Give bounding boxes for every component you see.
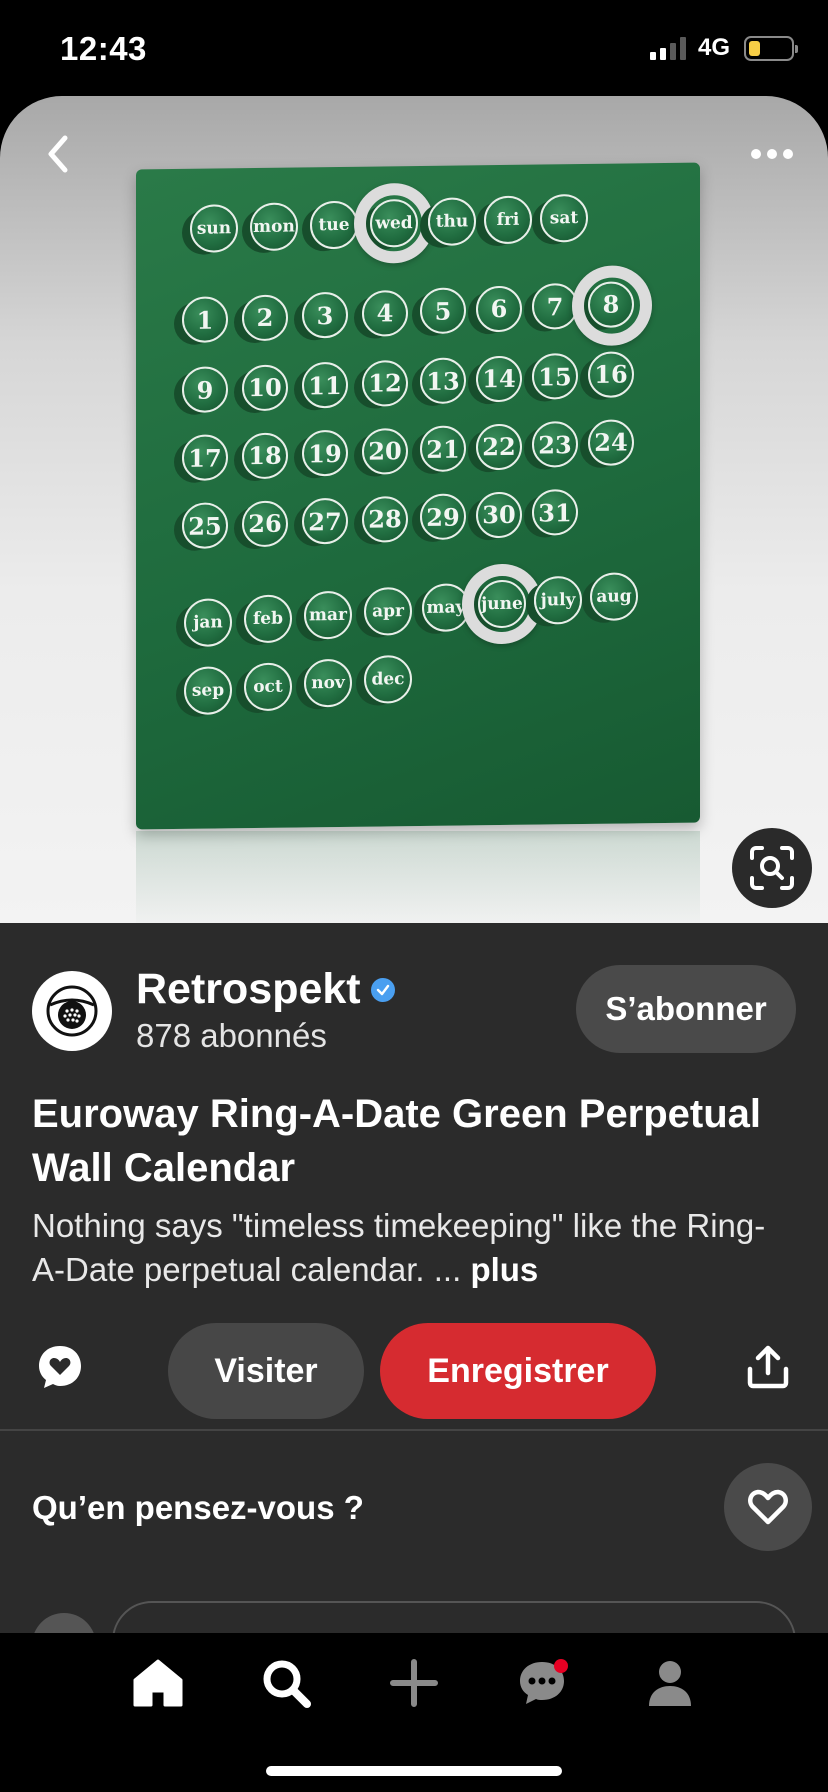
heart-icon bbox=[748, 1489, 788, 1525]
create-icon bbox=[390, 1659, 438, 1707]
selector-ring bbox=[462, 563, 542, 645]
pin-title: Euroway Ring-A-Date Green Perpetual Wall… bbox=[32, 1092, 762, 1190]
react-button[interactable] bbox=[724, 1463, 812, 1551]
status-indicators: 4G bbox=[649, 34, 798, 62]
calendar-peg: apr bbox=[364, 587, 412, 636]
calendar-peg: 28 bbox=[362, 495, 408, 543]
board-reflection bbox=[136, 831, 700, 923]
pin-image[interactable]: sun mon tue wed thu fri sat 1 2 3 4 5 6 7 8 9 10 11 12 13 14… bbox=[0, 96, 828, 923]
calendar-peg: 27 bbox=[302, 497, 348, 545]
action-row: Visiter Enregistrer bbox=[0, 1317, 828, 1419]
share-button[interactable] bbox=[742, 1341, 794, 1393]
calendar-peg: dec bbox=[364, 655, 412, 704]
status-time: 12:43 bbox=[60, 30, 147, 67]
more-dots-icon bbox=[751, 149, 793, 159]
signal-icon bbox=[649, 36, 686, 60]
save-button[interactable]: Enregistrer bbox=[380, 1323, 656, 1419]
retrospekt-logo-icon bbox=[46, 985, 98, 1037]
notification-badge bbox=[554, 1659, 568, 1673]
network-type: 4G bbox=[697, 34, 730, 61]
calendar-peg: 26 bbox=[242, 500, 288, 547]
calendar-peg: 21 bbox=[420, 425, 466, 472]
calendar-peg: oct bbox=[244, 662, 292, 712]
share-icon bbox=[747, 1345, 789, 1389]
follow-button[interactable]: S’abonner bbox=[576, 965, 796, 1053]
calendar-peg: 25 bbox=[182, 502, 228, 549]
comments-button[interactable] bbox=[32, 1339, 88, 1395]
pin-description-text: Nothing says "timeless timekeeping" like… bbox=[32, 1207, 766, 1288]
calendar-peg: 13 bbox=[420, 357, 466, 404]
calendar-peg: 23 bbox=[532, 421, 578, 468]
comment-heart-icon bbox=[39, 1346, 81, 1388]
more-options-button[interactable] bbox=[742, 126, 802, 182]
calendar-peg: 18 bbox=[242, 432, 288, 479]
creator-avatar[interactable] bbox=[32, 971, 112, 1051]
calendar-peg: sat bbox=[540, 193, 588, 243]
tab-create[interactable] bbox=[384, 1653, 444, 1713]
calendar-peg: 3 bbox=[302, 291, 348, 339]
calendar-peg: 1 bbox=[182, 296, 228, 343]
calendar-peg: 19 bbox=[302, 429, 348, 477]
visual-search-icon bbox=[750, 846, 794, 890]
tab-home[interactable] bbox=[128, 1653, 188, 1713]
chevron-left-icon bbox=[48, 135, 68, 173]
calendar-peg: 6 bbox=[476, 285, 522, 332]
tab-search[interactable] bbox=[256, 1653, 316, 1713]
home-indicator bbox=[266, 1766, 562, 1776]
calendar-peg: july bbox=[534, 575, 582, 625]
creator-name: Retrospekt bbox=[136, 965, 361, 1013]
calendar-peg: 5 bbox=[420, 287, 466, 334]
selector-ring bbox=[354, 182, 434, 264]
back-button[interactable] bbox=[30, 126, 86, 182]
visit-button[interactable]: Visiter bbox=[168, 1323, 364, 1419]
calendar-peg: 20 bbox=[362, 427, 408, 475]
home-icon bbox=[133, 1659, 183, 1707]
feedback-question: Qu’en pensez-vous ? bbox=[32, 1489, 364, 1526]
verified-badge-icon bbox=[370, 977, 395, 1002]
search-icon bbox=[263, 1660, 311, 1708]
calendar-board: sun mon tue wed thu fri sat 1 2 3 4 5 6 7 8 9 10 11 12 13 14… bbox=[136, 162, 700, 830]
calendar-peg: 11 bbox=[302, 361, 348, 409]
selector-ring bbox=[572, 264, 652, 346]
calendar-peg: 16 bbox=[588, 350, 634, 398]
calendar-peg: 14 bbox=[476, 355, 522, 402]
pin-details-sheet: Retrospekt 878 abonnés S’abonner Euroway… bbox=[0, 923, 828, 1681]
battery-icon bbox=[744, 35, 798, 61]
calendar-peg: tue bbox=[310, 200, 358, 250]
creator-name-row[interactable]: Retrospekt bbox=[136, 965, 395, 1014]
calendar-peg: sun bbox=[190, 204, 238, 253]
calendar-peg: 29 bbox=[420, 493, 466, 540]
calendar-peg: aug bbox=[590, 572, 638, 621]
calendar-peg: mon bbox=[250, 202, 298, 252]
calendar-peg: 2 bbox=[242, 294, 288, 341]
profile-icon bbox=[649, 1661, 691, 1706]
calendar-peg: 15 bbox=[532, 353, 578, 400]
calendar-peg: jan bbox=[184, 598, 232, 647]
calendar-peg: 12 bbox=[362, 359, 408, 407]
calendar-peg: sep bbox=[184, 666, 232, 715]
calendar-peg: mar bbox=[304, 590, 352, 640]
read-more-link[interactable]: plus bbox=[470, 1251, 538, 1288]
calendar-peg: fri bbox=[484, 195, 532, 245]
status-bar: 12:43 4G bbox=[0, 0, 828, 96]
calendar-peg: 31 bbox=[532, 489, 578, 536]
calendar-peg: 24 bbox=[588, 418, 634, 466]
follower-count: 878 abonnés bbox=[136, 1017, 327, 1054]
section-divider bbox=[0, 1429, 828, 1431]
calendar-peg: feb bbox=[244, 594, 292, 644]
calendar-peg: thu bbox=[428, 197, 476, 246]
tab-profile[interactable] bbox=[640, 1653, 700, 1713]
calendar-peg: 22 bbox=[476, 423, 522, 470]
visual-search-button[interactable] bbox=[732, 828, 812, 908]
calendar-peg: 4 bbox=[362, 289, 408, 337]
pin-description: Nothing says "timeless timekeeping" like… bbox=[32, 1204, 792, 1292]
calendar-peg: 17 bbox=[182, 434, 228, 481]
tab-messages[interactable] bbox=[512, 1653, 572, 1713]
calendar-peg: 9 bbox=[182, 366, 228, 413]
calendar-peg: 10 bbox=[242, 364, 288, 411]
calendar-peg: 30 bbox=[476, 491, 522, 538]
calendar-peg: nov bbox=[304, 658, 352, 708]
